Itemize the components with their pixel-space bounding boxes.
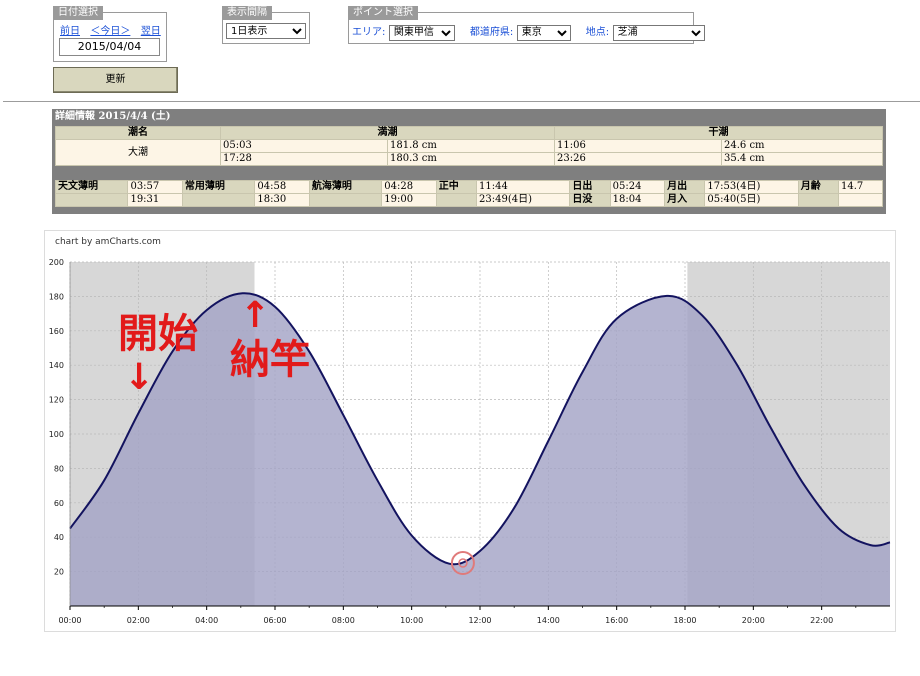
astro-twilight-am: 03:57 — [127, 180, 183, 194]
x-tick-label: 10:00 — [400, 616, 423, 625]
low-height-1: 24.6 cm — [721, 139, 883, 153]
nautical-twilight-pm: 19:00 — [381, 193, 437, 207]
prefecture-select[interactable]: 東京 — [516, 24, 571, 41]
tide-table: 潮名 満潮 干潮 大潮 05:03 181.8 cm 11:06 24.6 cm… — [55, 126, 883, 166]
tide-chart-svg: chart by amCharts.com 20 40 60 80 100 120 140 1… — [49, 237, 891, 625]
moonrise-label: 月出 — [664, 180, 706, 194]
detail-box: 詳細情報 2015/4/4 (土) 潮名 満潮 干潮 大潮 05:03 181.… — [52, 109, 886, 214]
x-tick-label: 20:00 — [742, 616, 765, 625]
civil-twilight-pm: 18:30 — [254, 193, 310, 207]
point-panel: ポイント選択 エリア: 関東甲信 都道府県: 東京 地点: 芝浦 — [348, 6, 705, 44]
area-label: エリア: — [352, 27, 386, 38]
tide-chart: chart by amCharts.com 20 40 60 80 100 120 140 1… — [44, 230, 896, 632]
prev-day-link[interactable]: 前日 — [60, 26, 80, 37]
x-tick-label: 16:00 — [605, 616, 628, 625]
x-tick-label: 12:00 — [468, 616, 491, 625]
y-tick-label: 60 — [54, 499, 64, 508]
nousan-label: 納竿 — [230, 337, 310, 383]
tide-name: 大潮 — [55, 139, 221, 166]
tide-name-header: 潮名 — [55, 126, 221, 140]
astro-twilight-pm: 19:31 — [127, 193, 183, 207]
meridian-2: 23:49(4日) — [476, 193, 571, 207]
x-tick-label: 06:00 — [263, 616, 286, 625]
interval-panel: 表示間隔 1日表示 — [222, 6, 310, 44]
low-time-2: 23:26 — [554, 152, 722, 166]
high-time-1: 05:03 — [220, 139, 388, 153]
interval-select[interactable]: 1日表示 — [226, 23, 306, 39]
place-select[interactable]: 芝浦 — [612, 24, 705, 41]
sun-moon-table: 天文薄明 03:57 常用薄明 04:58 航海薄明 04:28 正中 11:4… — [54, 180, 884, 207]
sunset-value: 18:04 — [609, 193, 666, 207]
place-label: 地点: — [585, 27, 610, 38]
moonrise-value: 17:53(4日) — [704, 180, 799, 194]
y-tick-label: 40 — [54, 533, 64, 542]
moon-age-value: 14.7 — [837, 180, 884, 194]
low-time-1: 11:06 — [554, 139, 722, 153]
update-button[interactable]: 更新 — [53, 67, 178, 93]
y-tick-label: 180 — [49, 292, 64, 301]
x-tick-label: 02:00 — [127, 616, 150, 625]
x-tick-label: 14:00 — [537, 616, 560, 625]
astro-twilight-label: 天文薄明 — [54, 180, 129, 194]
y-tick-label: 100 — [49, 430, 64, 439]
nautical-twilight-am: 04:28 — [381, 180, 437, 194]
meridian-label: 正中 — [435, 180, 478, 194]
high-tide-header: 満潮 — [220, 126, 555, 140]
x-tick-label: 22:00 — [810, 616, 833, 625]
high-height-2: 180.3 cm — [387, 152, 555, 166]
y-tick-label: 200 — [49, 258, 64, 267]
sunset-label: 日没 — [569, 193, 611, 207]
high-height-1: 181.8 cm — [387, 139, 555, 153]
prefecture-label: 都道府県: — [469, 27, 514, 38]
x-tick-label: 08:00 — [332, 616, 355, 625]
date-panel-title: 日付選択 — [53, 6, 103, 20]
sunrise-label: 日出 — [569, 180, 611, 194]
moon-age-label: 月齢 — [797, 180, 839, 194]
next-day-link[interactable]: 翌日 — [141, 26, 161, 37]
low-tide-header: 干潮 — [554, 126, 883, 140]
date-field[interactable]: 2015/04/04 — [59, 38, 160, 56]
x-tick-label: 04:00 — [195, 616, 218, 625]
y-tick-label: 160 — [49, 327, 64, 336]
nousan-arrow: ↑ — [240, 295, 271, 336]
x-tick-label: 18:00 — [673, 616, 696, 625]
moonset-label: 月入 — [664, 193, 706, 207]
y-tick-label: 120 — [49, 396, 64, 405]
sunrise-value: 05:24 — [609, 180, 666, 194]
point-panel-title: ポイント選択 — [348, 6, 418, 20]
detail-title: 詳細情報 2015/4/4 (土) — [55, 111, 171, 122]
y-tick-label: 140 — [49, 361, 64, 370]
interval-panel-title: 表示間隔 — [222, 6, 272, 20]
start-label: 開始 — [118, 311, 198, 357]
nautical-twilight-label: 航海薄明 — [308, 180, 383, 194]
civil-twilight-am: 04:58 — [254, 180, 310, 194]
start-arrow: ↓ — [124, 357, 155, 398]
meridian-1: 11:44 — [476, 180, 571, 194]
y-tick-label: 80 — [54, 464, 64, 473]
chart-credit[interactable]: chart by amCharts.com — [55, 237, 161, 247]
date-panel: 日付選択 前日 ＜今日＞ 翌日 2015/04/04 — [53, 6, 167, 62]
moonset-value: 05:40(5日) — [704, 193, 799, 207]
low-height-2: 35.4 cm — [721, 152, 883, 166]
civil-twilight-label: 常用薄明 — [181, 180, 256, 194]
x-tick-label: 00:00 — [58, 616, 81, 625]
today-link[interactable]: ＜今日＞ — [90, 26, 130, 37]
divider — [3, 101, 920, 102]
high-time-2: 17:28 — [220, 152, 388, 166]
y-tick-label: 20 — [54, 568, 64, 577]
area-select[interactable]: 関東甲信 — [388, 24, 455, 41]
